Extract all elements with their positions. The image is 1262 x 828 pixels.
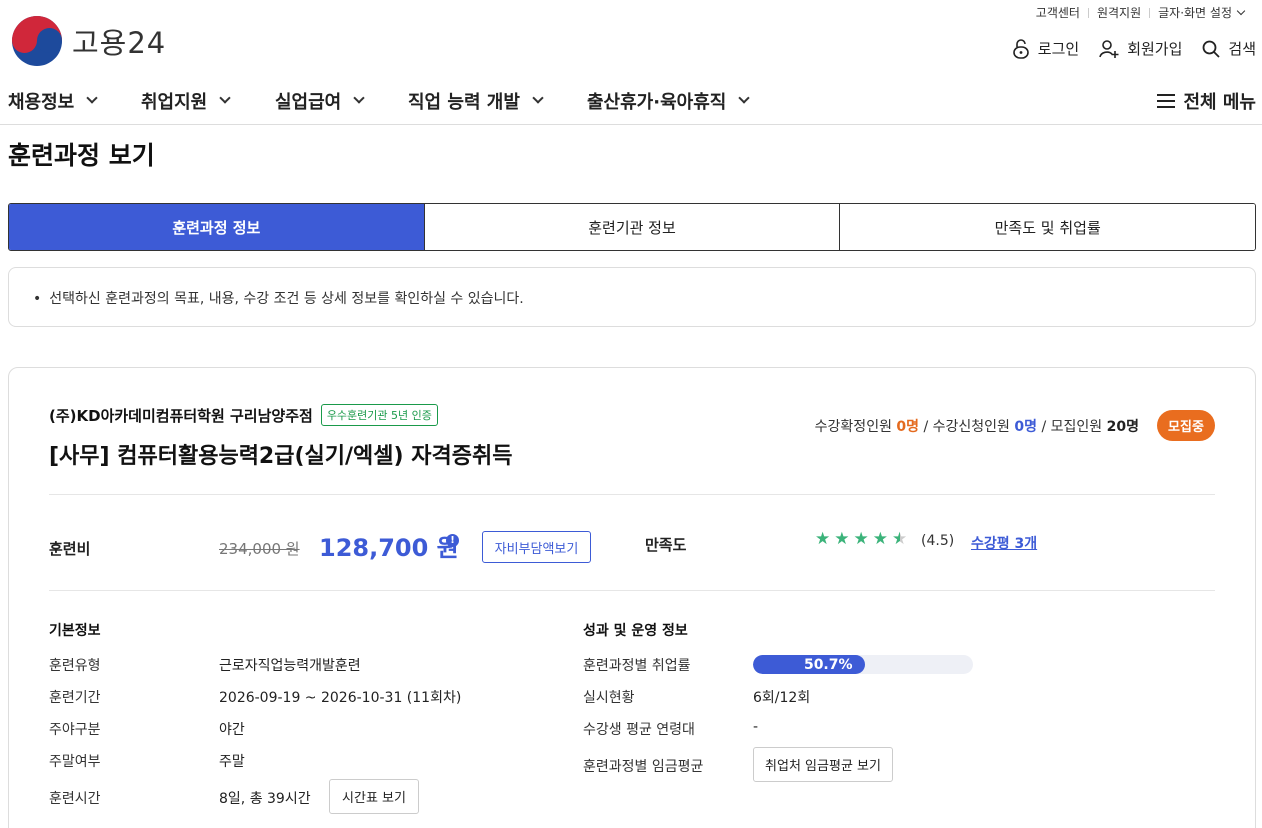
search-link[interactable]: 검색 <box>1202 38 1256 59</box>
wage-average-button[interactable]: 취업처 임금평균 보기 <box>753 747 893 782</box>
institution-name: (주)KD아카데미컴퓨터학원 구리남양주점 우수훈련기관 5년 인증 <box>49 404 438 426</box>
capacity-label: 모집인원 <box>1050 419 1103 435</box>
employment-rate-value: 50.7% <box>803 656 853 673</box>
self-pay-button[interactable]: 자비부담액보기 <box>482 531 591 563</box>
perf-label: 훈련과정별 임금평균 <box>583 759 704 775</box>
info-label: 주야구분 <box>49 722 101 738</box>
star-icon: ★ <box>815 529 831 549</box>
original-fee: 234,000 원 <box>219 540 300 558</box>
info-value: 8일, 총 39시간 <box>219 791 311 807</box>
reviews-link[interactable]: 수강평 3개 <box>971 533 1037 553</box>
user-links: 로그인 회원가입 검색 <box>992 38 1256 59</box>
info-label: 훈련시간 <box>49 791 101 807</box>
institution-label: (주)KD아카데미컴퓨터학원 구리남양주점 <box>49 406 313 425</box>
detail-tabs: 훈련과정 정보 훈련기관 정보 만족도 및 취업률 <box>8 203 1256 251</box>
chevron-down-icon <box>219 92 231 104</box>
status-badge: 모집중 <box>1157 410 1215 441</box>
info-value: 근로자직업능력개발훈련 <box>219 658 361 674</box>
tab-institution-info[interactable]: 훈련기관 정보 <box>423 204 840 250</box>
fee-label: 훈련비 <box>49 540 91 558</box>
perf-label: 훈련과정별 취업률 <box>583 658 691 674</box>
employment-rate-fill: 50.7% <box>753 655 865 674</box>
star-rating: ★ ★ ★ ★ ★ <box>815 529 911 549</box>
nav-item-parental-leave[interactable]: 출산휴가·육아휴직 <box>587 88 750 114</box>
nav-item-vocational-training[interactable]: 직업 능력 개발 <box>408 88 544 114</box>
customer-center-link[interactable]: 고객센터 <box>1028 4 1088 21</box>
display-settings-label: 글자·화면 설정 <box>1158 6 1232 20</box>
star-icon: ★ <box>872 529 888 549</box>
applied-count: 0명 <box>1014 419 1038 435</box>
divider <box>49 590 1215 591</box>
nav-label: 실업급여 <box>275 92 342 113</box>
taegeuk-logo-icon <box>12 16 62 66</box>
info-label: 훈련기간 <box>49 690 101 706</box>
utility-links: 고객센터 원격지원 글자·화면 설정 <box>1028 4 1252 21</box>
course-card: (주)KD아카데미컴퓨터학원 구리남양주점 우수훈련기관 5년 인증 [사무] … <box>8 367 1256 828</box>
perf-value: 6회/12회 <box>753 690 811 706</box>
info-label: 훈련유형 <box>49 658 101 674</box>
login-link[interactable]: 로그인 <box>1012 38 1079 59</box>
course-title: [사무] 컴퓨터활용능력2급(실기/엑셀) 자격증취득 <box>49 444 513 469</box>
nav-item-unemployment-benefits[interactable]: 실업급여 <box>275 88 365 114</box>
star-icon: ★ <box>834 529 850 549</box>
chevron-down-icon <box>738 92 750 104</box>
slash: / <box>923 419 929 435</box>
display-settings-link[interactable]: 글자·화면 설정 <box>1150 4 1252 21</box>
logo-text: 고용24 <box>72 26 167 60</box>
hamburger-icon <box>1157 94 1176 108</box>
satisfaction-label: 만족도 <box>645 536 687 554</box>
chevron-down-icon <box>353 92 365 104</box>
all-menu-label: 전체 메뉴 <box>1183 92 1256 113</box>
half-star-icon: ★ <box>892 529 908 549</box>
site-logo[interactable]: 고용24 <box>12 16 166 66</box>
nav-label: 직업 능력 개발 <box>408 92 520 113</box>
info-value: 야간 <box>219 722 245 738</box>
search-icon <box>1202 40 1221 58</box>
signup-link[interactable]: 회원가입 <box>1099 38 1182 59</box>
chevron-down-icon <box>86 92 98 104</box>
nav-label: 취업지원 <box>141 92 208 113</box>
nav-item-jobs[interactable]: 채용정보 <box>8 88 98 114</box>
performance-info-title: 성과 및 운영 정보 <box>583 623 688 639</box>
info-value: 2026-09-19 ~ 2026-10-31 (11회차) <box>219 690 462 706</box>
signup-label: 회원가입 <box>1127 40 1183 58</box>
rating-value: (4.5) <box>921 533 955 549</box>
perf-label: 수강생 평균 연령대 <box>583 722 695 738</box>
tab-course-info[interactable]: 훈련과정 정보 <box>9 204 424 250</box>
certification-badge: 우수훈련기관 5년 인증 <box>320 404 438 426</box>
nav-label: 채용정보 <box>8 92 75 113</box>
notice-box: 선택하신 훈련과정의 목표, 내용, 수강 조건 등 상세 정보를 확인하실 수… <box>8 267 1256 327</box>
tab-satisfaction-employment[interactable]: 만족도 및 취업률 <box>839 204 1255 250</box>
global-nav: 채용정보 취업지원 실업급여 직업 능력 개발 출산휴가·육아휴직 전체 메뉴 <box>0 78 1262 125</box>
basic-info-title: 기본정보 <box>49 623 101 639</box>
all-menu-button[interactable]: 전체 메뉴 <box>1157 88 1256 114</box>
info-label: 주말여부 <box>49 754 101 770</box>
star-icon: ★ <box>853 529 869 549</box>
login-label: 로그인 <box>1037 40 1080 58</box>
timetable-button[interactable]: 시간표 보기 <box>329 779 419 814</box>
info-value: 주말 <box>219 754 245 770</box>
enrollment-counts: 수강확정인원 0명 / 수강신청인원 0명 / 모집인원 20명 <box>815 416 1139 436</box>
perf-label: 실시현황 <box>583 690 635 706</box>
chevron-down-icon <box>1236 6 1246 16</box>
remote-support-link[interactable]: 원격지원 <box>1089 4 1149 21</box>
confirmed-label: 수강확정인원 <box>814 419 892 435</box>
perf-value: - <box>753 719 759 735</box>
applied-label: 수강신청인원 <box>932 419 1010 435</box>
slash: / <box>1041 419 1047 435</box>
employment-rate-bar: 50.7% <box>753 655 973 674</box>
search-label: 검색 <box>1228 40 1256 58</box>
notice-text: 선택하신 훈련과정의 목표, 내용, 수강 조건 등 상세 정보를 확인하실 수… <box>49 291 524 307</box>
nav-item-employment-support[interactable]: 취업지원 <box>141 88 231 114</box>
current-fee: 128,700 원 <box>319 534 459 562</box>
info-icon[interactable]: ! <box>446 534 459 547</box>
capacity-count: 20명 <box>1106 419 1139 435</box>
page-title: 훈련과정 보기 <box>8 141 155 170</box>
add-user-icon <box>1099 39 1119 58</box>
lock-icon <box>1012 38 1029 59</box>
confirmed-count: 0명 <box>896 419 920 435</box>
nav-label: 출산휴가·육아휴직 <box>587 92 727 113</box>
chevron-down-icon <box>532 92 544 104</box>
divider <box>49 494 1215 495</box>
